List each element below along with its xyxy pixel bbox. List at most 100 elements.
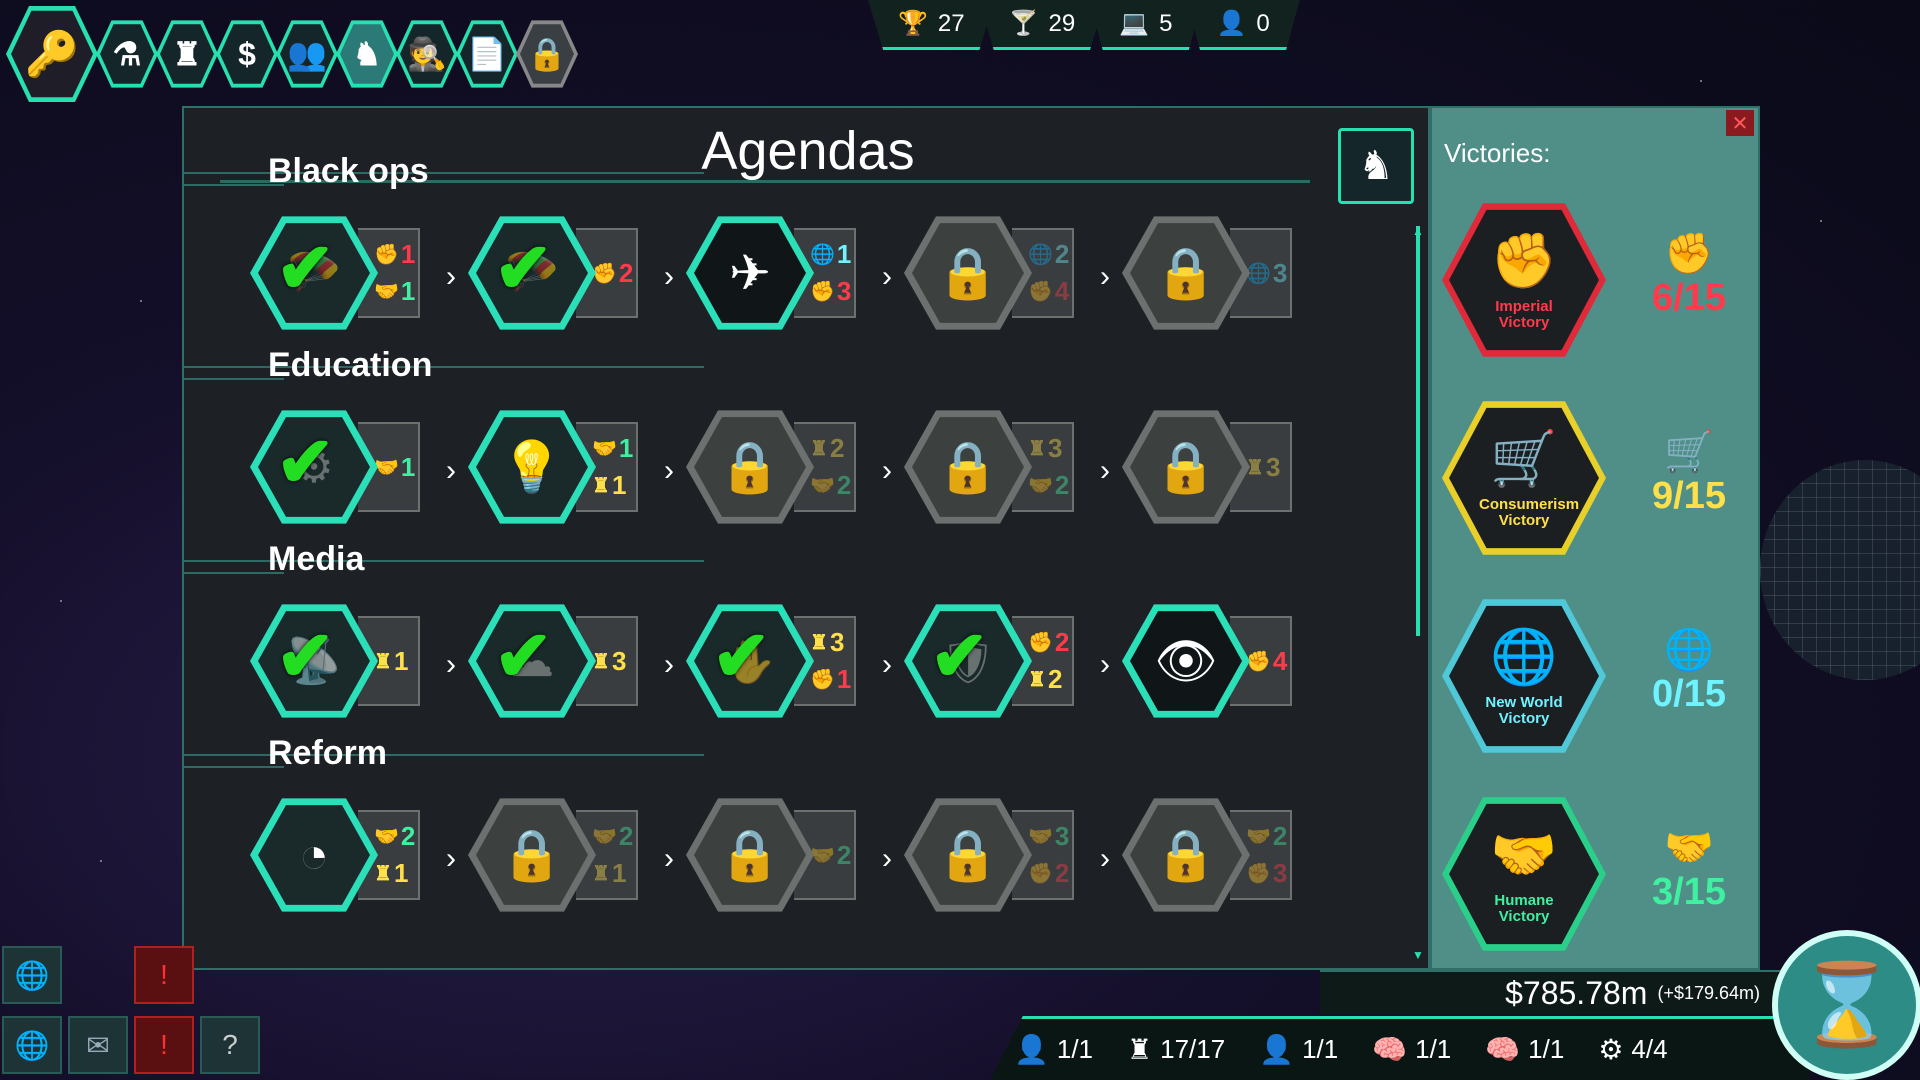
requirement-value: 2: [1054, 858, 1070, 888]
money-amount: $785.78m: [1505, 974, 1648, 1011]
globe-button-2[interactable]: 🌐: [2, 1016, 62, 1074]
agenda-node[interactable]: 🤝 2 🔒: [686, 796, 896, 926]
requirement-value: 1: [611, 858, 627, 888]
agenda-knight-button[interactable]: ♞: [1338, 128, 1414, 204]
agenda-node[interactable]: ♜ 2 🤝 2 🔒: [686, 408, 896, 538]
locked-button[interactable]: 🔒: [516, 20, 578, 88]
status-item: 👤 1/1: [1259, 1033, 1338, 1066]
people-icon: 👥: [280, 24, 334, 84]
requirement: ♜ 3: [592, 646, 636, 677]
person-icon: 👤: [1259, 1034, 1295, 1065]
requirement: ✊ 2: [592, 258, 636, 289]
victory-hex[interactable]: 🤝 Humane Victory: [1442, 797, 1606, 951]
help-button[interactable]: ?: [200, 1016, 260, 1074]
agenda-node[interactable]: 🌐 3 🔒: [1122, 214, 1332, 344]
requirement-icon: 🤝: [374, 826, 399, 848]
checkmark-icon: ✔: [930, 617, 989, 695]
scroll-down-icon[interactable]: ▼: [1412, 948, 1424, 962]
end-turn-button[interactable]: ⌛: [1772, 930, 1920, 1080]
agenda-node[interactable]: ♜ 3 🔒: [1122, 408, 1332, 538]
documents-button[interactable]: 📄: [456, 20, 518, 88]
chevron-right-icon: ›: [446, 454, 456, 487]
agenda-node[interactable]: 🌐 2 ✊ 4 🔒: [904, 214, 1114, 344]
agenda-node[interactable]: ♜ 3 ✊ 1 ✋ ✔: [686, 602, 896, 732]
puppets-button[interactable]: ♜: [156, 20, 218, 88]
agenda-hex-inner: 📡 ✔: [258, 611, 370, 711]
victory-item[interactable]: 🌐 New World Victory 🌐 0/15: [1442, 596, 1762, 766]
requirement: ✊ 2: [1028, 627, 1072, 658]
agenda-node[interactable]: 🤝 2 ♜ 1 ◔: [250, 796, 460, 926]
victory-hex[interactable]: ✊ Imperial Victory: [1442, 203, 1606, 357]
agenda-node[interactable]: 🤝 2 ♜ 1 🔒: [468, 796, 678, 926]
agenda-node[interactable]: ♜ 3 ☁ ✔: [468, 602, 678, 732]
agenda-node[interactable]: ✊ 2 ♜ 2 🛡 ✔: [904, 602, 1114, 732]
victory-item[interactable]: 🤝 Humane Victory 🤝 3/15: [1442, 794, 1762, 964]
chevron-right-icon: ›: [664, 648, 674, 681]
spy-button[interactable]: 🕵: [396, 20, 458, 88]
requirement: ♜ 1: [374, 646, 418, 677]
key-button[interactable]: 🔑: [6, 6, 98, 102]
section-title: Reform: [268, 734, 388, 772]
agenda-node[interactable]: 🤝 3 ✊ 2 🔒: [904, 796, 1114, 926]
section-title: Black ops: [268, 152, 429, 190]
status-value: 1/1: [1415, 1034, 1452, 1064]
requirement-value: 1: [393, 858, 409, 888]
alert-button[interactable]: !: [134, 946, 194, 1004]
agenda-node[interactable]: ♜ 1 📡 ✔: [250, 602, 460, 732]
lock-icon: 🔒: [936, 438, 1000, 495]
agenda-node[interactable]: ✊ 1 🤝 1 🪂 ✔: [250, 214, 460, 344]
victory-item[interactable]: ✊ Imperial Victory ✊ 6/15: [1442, 200, 1762, 370]
agenda-hex-inner: 💡: [476, 417, 588, 517]
status-item: ♜ 17/17: [1127, 1033, 1225, 1066]
requirement-value: 2: [1047, 664, 1063, 694]
agenda-hex-inner: ⚙ ✔: [258, 417, 370, 517]
finance-button[interactable]: $: [216, 20, 278, 88]
resource-trophies: 🏆 27: [868, 0, 995, 50]
lock-icon: 🔒: [718, 826, 782, 883]
victory-hex-inner: ✊ Imperial Victory: [1449, 209, 1599, 351]
research-button[interactable]: ⚗: [96, 20, 158, 88]
globe-icon: 🌐: [14, 959, 50, 991]
people-button[interactable]: 👥: [276, 20, 338, 88]
requirement: 🌐 2: [1028, 239, 1072, 270]
requirement-value: 1: [400, 239, 416, 269]
agent-icon: 👤: [1216, 10, 1247, 37]
victory-hex-inner: 🤝 Humane Victory: [1449, 803, 1599, 945]
victory-count: 0/15: [1652, 673, 1726, 715]
agendas-button[interactable]: ♞: [336, 20, 398, 88]
agenda-node[interactable]: 🌐 1 ✊ 3 ✈: [686, 214, 896, 344]
alert-icon: !: [160, 1029, 168, 1060]
victory-progress: 🛒 9/15: [1634, 428, 1744, 518]
victory-hex-inner: 🛒 Consumerism Victory: [1449, 407, 1599, 549]
agenda-node[interactable]: ♜ 3 🤝 2 🔒: [904, 408, 1114, 538]
victory-item[interactable]: 🛒 Consumerism Victory 🛒 9/15: [1442, 398, 1762, 568]
globe-icon: 🌐: [14, 1029, 50, 1061]
victory-count: 6/15: [1652, 277, 1726, 319]
status-bar: 👤 1/1 ♜ 17/17 👤 1/1 🧠 1/1 🧠 1/1 ⚙ 4/4: [990, 1016, 1810, 1080]
requirement-value: 2: [1054, 239, 1070, 269]
agenda-node[interactable]: 🤝 2 ✊ 3 🔒: [1122, 796, 1332, 926]
victory-hex[interactable]: 🛒 Consumerism Victory: [1442, 401, 1606, 555]
agenda-node[interactable]: ✊ 2 🪂 ✔: [468, 214, 678, 344]
main-toolbar: 🔑 ⚗ ♜ $ 👥 ♞ 🕵 📄 🔒: [6, 4, 578, 104]
requirement-value: 2: [1272, 821, 1288, 851]
mail-button[interactable]: ✉: [68, 1016, 128, 1074]
requirement: 🤝 2: [1028, 470, 1072, 501]
requirement-value: 2: [1054, 627, 1070, 657]
status-value: 1/1: [1302, 1034, 1339, 1064]
requirement: 🤝 2: [592, 821, 636, 852]
requirement-value: 3: [829, 627, 845, 657]
agenda-node[interactable]: ✊ 4 👁: [1122, 602, 1332, 732]
requirement-value: 3: [1272, 257, 1288, 288]
globe-button[interactable]: 🌐: [2, 946, 62, 1004]
chevron-right-icon: ›: [664, 842, 674, 875]
document-icon: 📄: [460, 24, 514, 84]
requirement: ✊ 1: [374, 239, 418, 270]
requirement-value: 3: [611, 645, 627, 676]
alert-button-2[interactable]: !: [134, 1016, 194, 1074]
agenda-node[interactable]: 🤝 1 ♜ 1 💡: [468, 408, 678, 538]
scrollbar[interactable]: [1416, 226, 1420, 636]
close-icon[interactable]: ✕: [1726, 110, 1754, 136]
agenda-node[interactable]: 🤝 1 ⚙ ✔: [250, 408, 460, 538]
victory-hex[interactable]: 🌐 New World Victory: [1442, 599, 1606, 753]
